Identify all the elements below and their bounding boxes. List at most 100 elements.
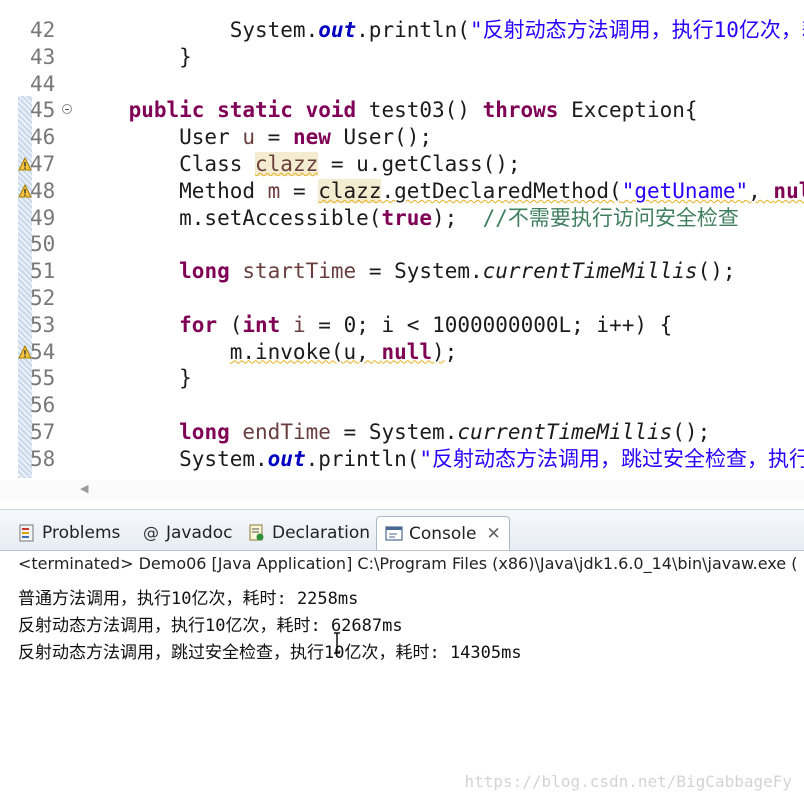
fold-collapse-icon[interactable] <box>62 104 72 115</box>
code-token: } <box>78 366 192 391</box>
code-token: startTime <box>242 259 357 284</box>
code-token: m.setAccessible( <box>78 205 382 230</box>
code-line[interactable]: 46 User u = new User(); <box>0 124 804 151</box>
code-token: ) <box>432 339 445 364</box>
code-line[interactable]: 47 Class clazz = u.getClass(); <box>0 151 804 178</box>
code-line[interactable]: 49 m.setAccessible(true); //不需要执行访问安全检查 <box>0 205 804 232</box>
code-token: User(); <box>330 125 433 150</box>
scroll-left-arrow-icon[interactable]: ◀ <box>80 482 88 495</box>
line-number: 42 <box>30 18 56 42</box>
close-icon[interactable]: ✕ <box>487 524 501 544</box>
tab-label: Console <box>409 523 477 544</box>
code-token: Method <box>78 178 268 203</box>
code-token: out <box>318 18 357 42</box>
code-token: (); <box>672 420 711 444</box>
code-token: public static void <box>128 98 357 123</box>
line-number: 48 <box>30 178 56 203</box>
watermark: https://blog.csdn.net/BigCabbageFy <box>464 772 792 791</box>
text-cursor-icon <box>334 632 340 654</box>
code-text: Method m = clazz.getDeclaredMethod("getU… <box>78 178 804 205</box>
code-line[interactable]: 58 System.out.println("反射动态方法调用，跳过安全检查，执… <box>0 446 804 473</box>
code-line[interactable]: 51 long startTime = System.currentTimeMi… <box>0 258 804 285</box>
code-token: currentTimeMillis <box>457 420 673 444</box>
tab-problems[interactable]: Problems <box>18 516 120 550</box>
code-text: User u = new User(); <box>78 124 432 151</box>
code-token: test03() <box>356 98 483 123</box>
code-line[interactable]: 43 } <box>0 44 804 71</box>
code-token: currentTimeMillis <box>482 259 698 284</box>
line-number: 46 <box>30 125 56 150</box>
tab-label: Problems <box>42 523 121 543</box>
eclipse-window: 42 System.out.println("反射动态方法调用，执行10亿次，耗… <box>0 0 804 802</box>
line-number: 50 <box>30 232 56 257</box>
console-process-status: <terminated> Demo06 [Java Application] C… <box>18 554 798 573</box>
code-token: m.invoke(u, <box>229 339 382 364</box>
line-number: 54 <box>30 339 56 364</box>
code-text: public static void test03() throws Excep… <box>78 97 698 124</box>
code-token: i <box>292 312 306 337</box>
tab-javadoc[interactable]: @ Javadoc <box>142 516 232 550</box>
code-token: nul <box>773 178 804 203</box>
code-token: System. <box>78 18 319 42</box>
code-token: null <box>381 339 433 364</box>
code-token: int <box>242 312 281 337</box>
console-output-line: 反射动态方法调用，执行10亿次，耗时: 62687ms <box>18 616 403 636</box>
line-number: 44 <box>30 71 56 96</box>
console-output-line: 反射动态方法调用，跳过安全检查，执行10亿次，耗时: 14305ms <box>18 643 522 663</box>
code-line[interactable]: 53 for (int i = 0; i < 1000000000L; i++)… <box>0 312 804 339</box>
problems-icon <box>18 524 36 542</box>
code-token: .println( <box>305 446 420 471</box>
code-line[interactable]: 48 Method m = clazz.getDeclaredMethod("g… <box>0 178 804 205</box>
line-number: 55 <box>30 366 56 391</box>
code-editor[interactable]: 42 System.out.println("反射动态方法调用，执行10亿次，耗… <box>0 0 804 500</box>
code-text: System.out.println("反射动态方法调用，跳过安全检查，执行10… <box>78 446 804 473</box>
code-token: .getDeclaredMethod( <box>381 178 622 203</box>
line-number: 58 <box>30 446 56 471</box>
line-number: 57 <box>30 420 56 444</box>
code-token: ); <box>432 205 483 230</box>
horizontal-scrollbar[interactable] <box>0 480 804 500</box>
code-token: = System. <box>356 259 483 284</box>
code-line[interactable]: 55 } <box>0 365 804 392</box>
code-token: long <box>179 420 230 444</box>
code-text: for (int i = 0; i < 1000000000L; i++) { <box>78 312 672 339</box>
code-text: long startTime = System.currentTimeMilli… <box>78 258 735 285</box>
code-token: = <box>280 178 319 203</box>
line-number: 47 <box>30 152 56 176</box>
at-icon: @ <box>142 523 160 542</box>
tab-declaration[interactable]: Declaration <box>248 516 370 550</box>
code-line[interactable]: 52 <box>0 285 804 312</box>
code-token: true <box>381 205 433 230</box>
code-line[interactable]: 57 long endTime = System.currentTimeMill… <box>0 419 804 446</box>
code-token: "getUname" <box>621 178 749 203</box>
code-token: out <box>267 446 306 471</box>
code-line[interactable]: 56 <box>0 392 804 419</box>
code-line[interactable]: 45 public static void test03() throws Ex… <box>0 97 804 124</box>
code-token: endTime <box>242 420 331 444</box>
code-token: System. <box>78 446 268 471</box>
tab-console[interactable]: Console ✕ <box>376 516 510 550</box>
code-line[interactable]: 42 System.out.println("反射动态方法调用，执行10亿次，耗… <box>0 17 804 44</box>
code-token: //不需要执行访问安全检查 <box>482 205 739 230</box>
line-number: 45 <box>30 98 56 123</box>
code-text: m.invoke(u, null); <box>78 339 458 366</box>
code-token: = <box>255 125 293 150</box>
code-token: Exception{ <box>558 98 698 123</box>
view-tab-bar: Problems @ Javadoc Declaration Console ✕ <box>0 510 804 551</box>
line-number: 52 <box>30 286 56 310</box>
code-line[interactable]: 44 <box>0 71 804 98</box>
code-token: long <box>179 259 230 284</box>
code-token: u <box>242 125 256 150</box>
code-token: "反射动态方法调用，执行10亿次，耗时: " <box>469 18 804 42</box>
code-line[interactable]: 50 <box>0 231 804 258</box>
svg-text:@: @ <box>143 524 159 542</box>
code-token: clazz <box>318 178 382 203</box>
line-number: 53 <box>30 312 56 337</box>
code-line[interactable]: 54 m.invoke(u, null); <box>0 339 804 366</box>
code-token: for <box>179 312 218 337</box>
